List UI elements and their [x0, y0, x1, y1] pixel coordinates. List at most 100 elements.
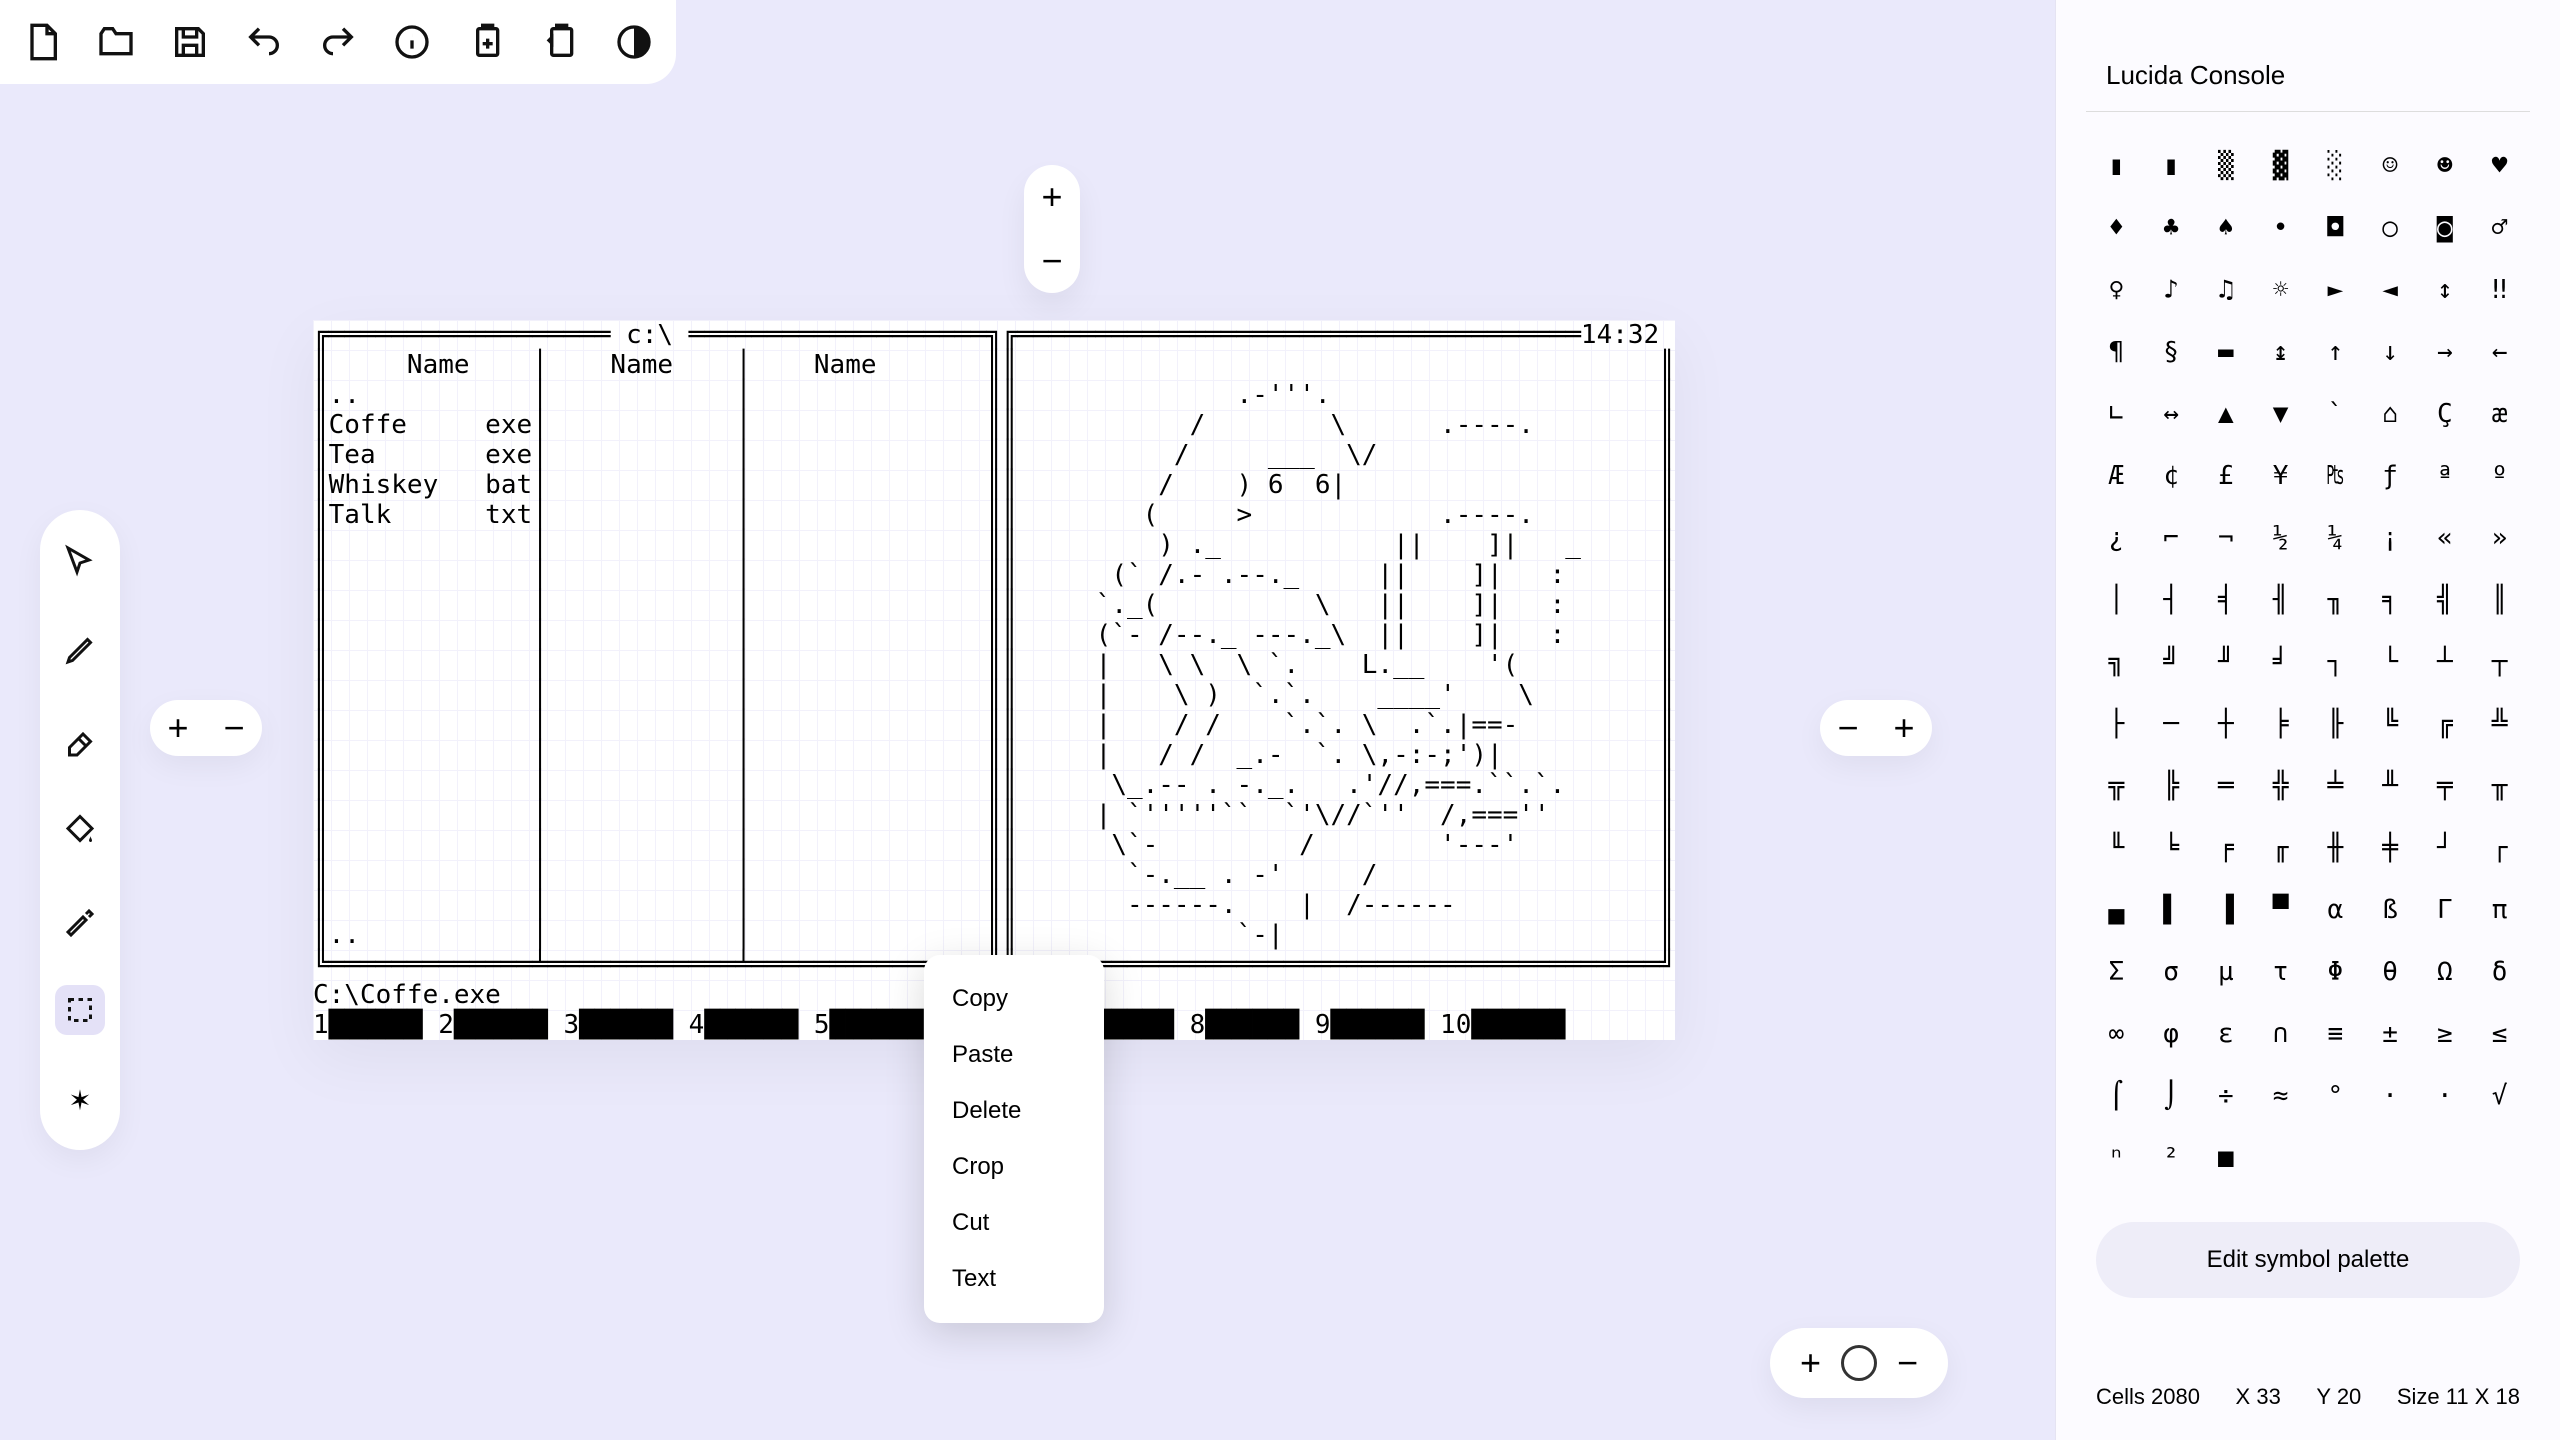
symbol-cell[interactable]: θ — [2370, 948, 2411, 996]
symbol-cell[interactable]: ▓ — [2260, 142, 2301, 190]
symbol-cell[interactable]: ≡ — [2315, 1010, 2356, 1058]
eyedropper-tool-icon[interactable] — [55, 895, 105, 945]
symbol-cell[interactable]: ♥ — [2479, 142, 2520, 190]
symbol-cell[interactable]: Ç — [2425, 390, 2466, 438]
eraser-tool-icon[interactable] — [55, 715, 105, 765]
col-increase-button[interactable]: + — [1876, 700, 1932, 756]
menu-text[interactable]: Text — [924, 1251, 1104, 1307]
symbol-cell[interactable]: ± — [2370, 1010, 2411, 1058]
symbol-cell[interactable]: ▒ — [2206, 142, 2247, 190]
symbol-cell[interactable]: ¬ — [2206, 514, 2247, 562]
symbol-cell[interactable]: ╕ — [2370, 576, 2411, 624]
symbol-cell[interactable]: ε — [2206, 1010, 2247, 1058]
symbol-cell[interactable]: ¢ — [2151, 452, 2192, 500]
pencil-tool-icon[interactable] — [55, 625, 105, 675]
symbol-cell[interactable]: ◘ — [2315, 204, 2356, 252]
symbol-cell[interactable]: ☺ — [2370, 142, 2411, 190]
zoom-out-button[interactable]: − — [1024, 229, 1080, 293]
symbol-cell[interactable]: ▄ — [2096, 886, 2137, 934]
symbol-cell[interactable]: º — [2479, 452, 2520, 500]
symbol-cell[interactable]: ┼ — [2206, 700, 2247, 748]
symbol-cell[interactable]: ╥ — [2479, 762, 2520, 810]
symbol-cell[interactable]: ╡ — [2206, 576, 2247, 624]
clipboard-paste-icon[interactable] — [538, 20, 582, 64]
symbol-cell[interactable]: ○ — [2370, 204, 2411, 252]
symbol-cell[interactable]: ♂ — [2479, 204, 2520, 252]
menu-cut[interactable]: Cut — [924, 1195, 1104, 1251]
symbol-cell[interactable]: ⁿ — [2096, 1134, 2137, 1182]
symbol-cell[interactable]: ═ — [2206, 762, 2247, 810]
symbol-cell[interactable]: ╜ — [2206, 638, 2247, 686]
grid-reset-button[interactable] — [1841, 1345, 1877, 1381]
symbol-cell[interactable]: ƒ — [2370, 452, 2411, 500]
symbol-cell[interactable]: ² — [2151, 1134, 2192, 1182]
symbol-cell[interactable]: ↑ — [2315, 328, 2356, 376]
symbol-cell[interactable]: ╨ — [2370, 762, 2411, 810]
symbol-cell[interactable]: ▌ — [2151, 886, 2192, 934]
symbol-cell[interactable]: ≤ — [2479, 1010, 2520, 1058]
symbol-cell[interactable]: ↓ — [2370, 328, 2411, 376]
symbol-cell[interactable]: ▮ — [2151, 142, 2192, 190]
symbol-cell[interactable]: æ — [2479, 390, 2520, 438]
symbol-cell[interactable]: ╔ — [2425, 700, 2466, 748]
symbol-cell[interactable]: ¡ — [2370, 514, 2411, 562]
symbol-cell[interactable]: ┤ — [2151, 576, 2192, 624]
symbol-cell[interactable]: Ω — [2425, 948, 2466, 996]
brush-decrease-button[interactable]: − — [206, 700, 262, 756]
menu-copy[interactable]: Copy — [924, 971, 1104, 1027]
symbol-cell[interactable]: ╓ — [2260, 824, 2301, 872]
symbol-cell[interactable]: · — [2425, 1072, 2466, 1120]
info-icon[interactable] — [390, 20, 434, 64]
symbol-cell[interactable]: ┘ — [2425, 824, 2466, 872]
symbol-cell[interactable]: ╧ — [2315, 762, 2356, 810]
symbol-cell[interactable]: ╛ — [2260, 638, 2301, 686]
zoom-in-button[interactable]: + — [1024, 165, 1080, 229]
symbol-cell[interactable]: ▀ — [2260, 886, 2301, 934]
symbol-cell[interactable]: σ — [2151, 948, 2192, 996]
symbol-cell[interactable]: ₧ — [2315, 452, 2356, 500]
symbol-cell[interactable]: ↕ — [2425, 266, 2466, 314]
symbol-cell[interactable]: ≥ — [2425, 1010, 2466, 1058]
symbol-cell[interactable]: ♣ — [2151, 204, 2192, 252]
symbol-cell[interactable]: → — [2425, 328, 2466, 376]
save-icon[interactable] — [168, 20, 212, 64]
symbol-cell[interactable]: δ — [2479, 948, 2520, 996]
select-tool-icon[interactable] — [55, 985, 105, 1035]
symbol-cell[interactable]: ╒ — [2206, 824, 2247, 872]
grid-shrink-button[interactable]: − — [1897, 1342, 1918, 1384]
contrast-icon[interactable] — [612, 20, 656, 64]
symbol-cell[interactable]: ↨ — [2260, 328, 2301, 376]
symbol-cell[interactable]: ╙ — [2096, 824, 2137, 872]
symbol-cell[interactable]: ▲ — [2206, 390, 2247, 438]
symbol-cell[interactable]: ┐ — [2315, 638, 2356, 686]
symbol-cell[interactable]: « — [2425, 514, 2466, 562]
symbol-cell[interactable]: ╠ — [2151, 762, 2192, 810]
symbol-cell[interactable]: τ — [2260, 948, 2301, 996]
symbol-cell[interactable]: ⌡ — [2151, 1072, 2192, 1120]
symbol-cell[interactable]: ⌠ — [2096, 1072, 2137, 1120]
symbol-cell[interactable]: ♦ — [2096, 204, 2137, 252]
symbol-cell[interactable]: ╢ — [2260, 576, 2301, 624]
symbol-cell[interactable]: ☻ — [2425, 142, 2466, 190]
menu-crop[interactable]: Crop — [924, 1139, 1104, 1195]
symbol-cell[interactable]: ∞ — [2096, 1010, 2137, 1058]
ascii-canvas[interactable]: ╔══════════════════ c:\ ════════════════… — [313, 320, 1675, 1040]
col-decrease-button[interactable]: − — [1820, 700, 1876, 756]
symbol-cell[interactable]: ▬ — [2206, 328, 2247, 376]
symbol-cell[interactable]: ◙ — [2425, 204, 2466, 252]
open-folder-icon[interactable] — [94, 20, 138, 64]
symbol-cell[interactable]: │ — [2096, 576, 2137, 624]
symbol-cell[interactable]: ß — [2370, 886, 2411, 934]
symbol-cell[interactable]: φ — [2151, 1010, 2192, 1058]
undo-icon[interactable] — [242, 20, 286, 64]
menu-paste[interactable]: Paste — [924, 1027, 1104, 1083]
symbol-cell[interactable]: ÷ — [2206, 1072, 2247, 1120]
symbol-cell[interactable]: ½ — [2260, 514, 2301, 562]
symbol-cell[interactable]: Σ — [2096, 948, 2137, 996]
star-tool-icon[interactable]: ✶ — [55, 1075, 105, 1125]
symbol-cell[interactable]: ◄ — [2370, 266, 2411, 314]
brush-increase-button[interactable]: + — [150, 700, 206, 756]
symbol-cell[interactable]: ‼ — [2479, 266, 2520, 314]
symbol-cell[interactable]: £ — [2206, 452, 2247, 500]
symbol-cell[interactable]: ╟ — [2315, 700, 2356, 748]
